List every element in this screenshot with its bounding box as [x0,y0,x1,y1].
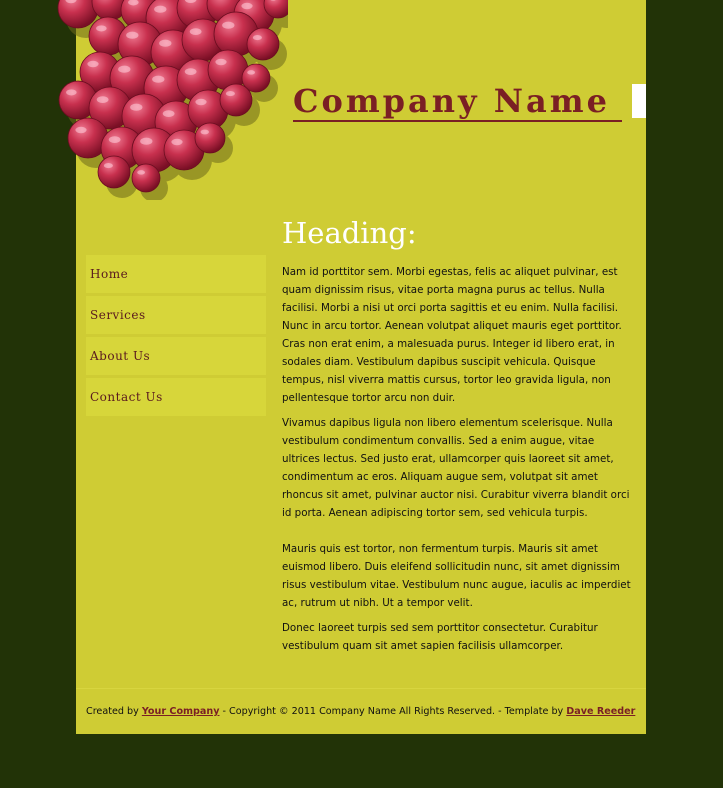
footer-created-by: Created by [86,706,139,717]
company-name: Company Name [293,82,622,122]
main-nav: Home Services About Us Contact Us [86,255,266,419]
nav-item-home[interactable]: Home [86,255,266,293]
footer-divider [76,688,646,689]
paragraph: Vivamus dapibus ligula non libero elemen… [282,417,630,519]
main-content: Nam id porttitor sem. Morbi egestas, fel… [282,263,634,655]
paragraph: Mauris quis est tortor, non fermentum tu… [282,543,631,609]
header-accent-bar [632,84,646,118]
footer-copyright: - Copyright © 2011 Company Name All Righ… [219,706,564,717]
nav-item-services[interactable]: Services [86,296,266,334]
nav-item-contact-us[interactable]: Contact Us [86,378,266,416]
your-company-link[interactable]: Your Company [142,706,220,717]
grapes-icon [48,0,288,200]
footer: Created by Your Company - Copyright © 20… [86,705,641,719]
paragraph: Nam id porttitor sem. Morbi egestas, fel… [282,266,622,404]
paragraph: Donec laoreet turpis sed sem porttitor c… [282,622,598,652]
author-link[interactable]: Dave Reeder [566,706,635,717]
nav-item-about-us[interactable]: About Us [86,337,266,375]
page-heading: Heading: [282,216,417,250]
